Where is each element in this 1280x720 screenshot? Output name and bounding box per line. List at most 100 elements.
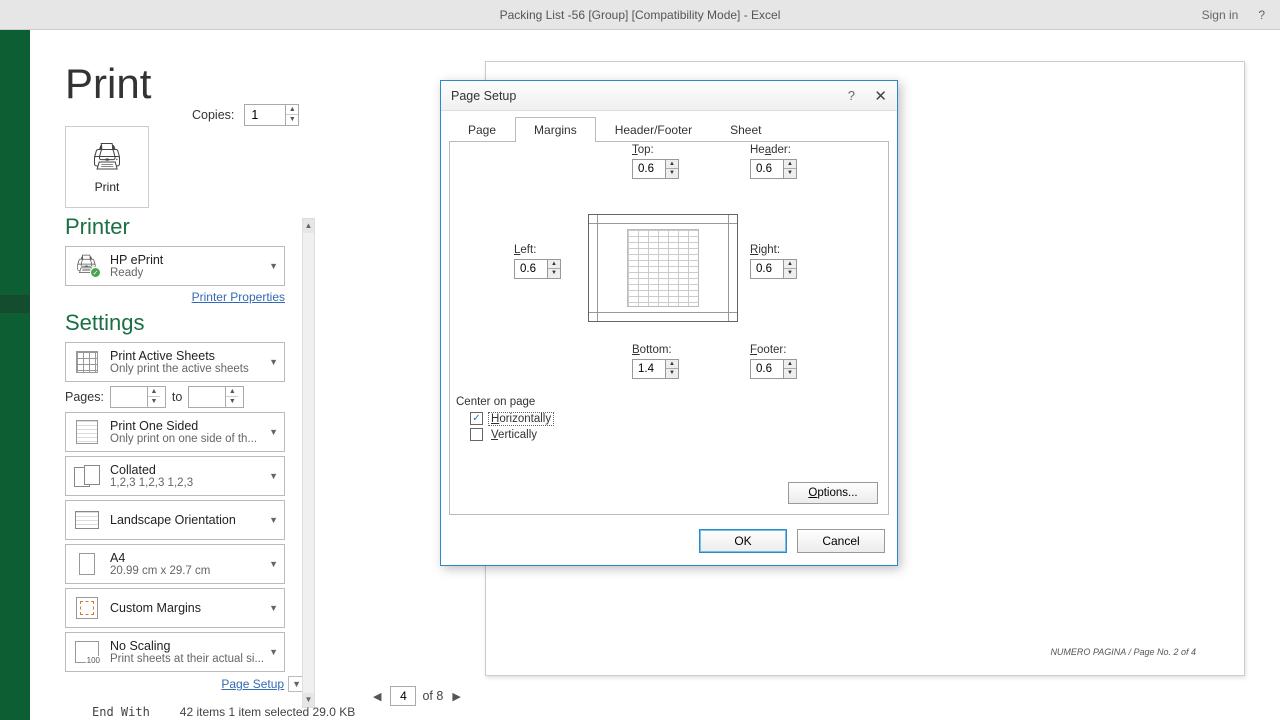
printer-icon: 🖨: [90, 141, 123, 172]
margins-dropdown[interactable]: Custom Margins ▼: [65, 588, 285, 628]
printer-section-title: Printer: [65, 214, 285, 240]
bottom-spinner[interactable]: ▲▼: [632, 359, 679, 379]
current-page-input[interactable]: [390, 686, 416, 706]
tab-margins[interactable]: Margins: [515, 117, 596, 142]
checkbox-checked-icon: ✓: [470, 412, 483, 425]
print-heading: Print: [65, 60, 285, 108]
header-margin-field: Header: ▲▼: [750, 144, 797, 179]
pages-label: Pages:: [65, 390, 104, 404]
sides-dropdown[interactable]: Print One Sided Only print on one side o…: [65, 412, 285, 452]
pages-from-input[interactable]: [111, 390, 147, 404]
margins-icon: [76, 597, 98, 619]
page-setup-link[interactable]: Page Setup: [221, 677, 284, 691]
window-title: Packing List -56 [Group] [Compatibility …: [500, 8, 781, 22]
status-items: 42 items 1 item selected 29.0 KB: [180, 705, 355, 719]
vertically-checkbox[interactable]: Vertically: [470, 428, 553, 441]
chevron-down-icon: ▼: [269, 647, 278, 657]
dropdown-line2: 20.99 cm x 29.7 cm: [110, 565, 265, 577]
tab-page[interactable]: Page: [449, 117, 515, 142]
header-spinner[interactable]: ▲▼: [750, 159, 797, 179]
printer-status: Ready: [110, 267, 265, 279]
copies-label: Copies:: [192, 108, 234, 122]
spinner-down-icon[interactable]: ▼: [148, 397, 160, 407]
scrollbar-vertical[interactable]: ▲ ▼: [302, 218, 315, 708]
dialog-help-icon[interactable]: ?: [848, 88, 855, 103]
sign-in-link[interactable]: Sign in: [1202, 8, 1239, 22]
dropdown-line1: A4: [110, 551, 265, 565]
printer-name: HP ePrint: [110, 253, 265, 267]
pages-to-input[interactable]: [189, 390, 225, 404]
close-icon[interactable]: ✕: [874, 87, 887, 105]
right-margin-field: Right: ▲▼: [750, 244, 797, 279]
right-input[interactable]: [751, 260, 783, 278]
printer-dropdown[interactable]: HP ePrint Ready ▼: [65, 246, 285, 286]
footer-spinner[interactable]: ▲▼: [750, 359, 797, 379]
scroll-up-icon[interactable]: ▲: [303, 219, 314, 233]
pages-row: Pages: ▲▼ to ▲▼: [65, 386, 285, 408]
copies-row: Copies: ▲▼: [192, 104, 299, 126]
landscape-icon: [75, 511, 99, 529]
top-spinner[interactable]: ▲▼: [632, 159, 679, 179]
copies-spinner[interactable]: ▲▼: [244, 104, 299, 126]
scaling-dropdown[interactable]: 100 No Scaling Print sheets at their act…: [65, 632, 285, 672]
horizontally-label: Horizontally: [489, 413, 553, 425]
chevron-down-icon: ▼: [269, 471, 278, 481]
spinner-down-icon[interactable]: ▼: [226, 397, 238, 407]
spinner-up-icon[interactable]: ▲: [286, 105, 298, 115]
printer-status-icon: [75, 256, 99, 276]
tab-header-footer[interactable]: Header/Footer: [596, 117, 711, 142]
left-input[interactable]: [515, 260, 547, 278]
bottom-margin-field: Bottom: ▲▼: [632, 344, 679, 379]
spinner-up-icon[interactable]: ▲: [148, 387, 160, 397]
pages-to-spinner[interactable]: ▲▼: [188, 386, 244, 408]
footer-input[interactable]: [751, 360, 783, 378]
chevron-down-icon: ▼: [269, 261, 278, 271]
total-pages-label: of 8: [422, 689, 443, 703]
one-sided-icon: [76, 420, 98, 444]
options-button[interactable]: Options...: [788, 482, 878, 504]
cancel-button[interactable]: Cancel: [797, 529, 885, 553]
backstage-nav-bar: [0, 30, 30, 720]
spinner-up-icon[interactable]: ▲: [226, 387, 238, 397]
tab-sheet[interactable]: Sheet: [711, 117, 780, 142]
dropdown-line2: Only print on one side of th...: [110, 433, 265, 445]
ok-button[interactable]: OK: [699, 529, 787, 553]
vertically-label: Vertically: [489, 429, 539, 441]
dialog-title: Page Setup: [451, 89, 516, 103]
left-spinner[interactable]: ▲▼: [514, 259, 561, 279]
chevron-down-icon: ▼: [269, 559, 278, 569]
scaling-icon: 100: [75, 641, 99, 663]
what-to-print-dropdown[interactable]: Print Active Sheets Only print the activ…: [65, 342, 285, 382]
spinner-down-icon[interactable]: ▼: [286, 115, 298, 125]
dialog-tabs: Page Margins Header/Footer Sheet: [441, 111, 897, 142]
dropdown-line2: Only print the active sheets: [110, 363, 265, 375]
help-icon[interactable]: ?: [1258, 8, 1265, 22]
paper-icon: [79, 553, 95, 575]
paper-size-dropdown[interactable]: A4 20.99 cm x 29.7 cm ▼: [65, 544, 285, 584]
dropdown-line1: No Scaling: [110, 639, 265, 653]
dropdown-line1: Print One Sided: [110, 419, 265, 433]
dialog-titlebar[interactable]: Page Setup ? ✕: [441, 81, 897, 111]
chevron-down-icon: ▼: [269, 603, 278, 613]
orientation-dropdown[interactable]: Landscape Orientation ▼: [65, 500, 285, 540]
top-margin-field: Top: ▲▼: [632, 144, 679, 179]
print-button-label: Print: [95, 180, 120, 194]
top-input[interactable]: [633, 160, 665, 178]
next-page-icon[interactable]: ▶: [449, 690, 463, 703]
page-navigation: ◀ of 8 ▶: [370, 686, 464, 706]
copies-input[interactable]: [245, 108, 285, 122]
dropdown-line2: Print sheets at their actual si...: [110, 653, 265, 665]
bottom-input[interactable]: [633, 360, 665, 378]
printer-properties-link[interactable]: Printer Properties: [65, 290, 285, 304]
pages-to-label: to: [172, 390, 182, 404]
right-spinner[interactable]: ▲▼: [750, 259, 797, 279]
collation-dropdown[interactable]: Collated 1,2,3 1,2,3 1,2,3 ▼: [65, 456, 285, 496]
horizontally-checkbox[interactable]: ✓ Horizontally: [470, 412, 553, 425]
prev-page-icon[interactable]: ◀: [370, 690, 384, 703]
pages-from-spinner[interactable]: ▲▼: [110, 386, 166, 408]
left-margin-field: Left: ▲▼: [514, 244, 561, 279]
header-input[interactable]: [751, 160, 783, 178]
print-button[interactable]: 🖨 Print: [65, 126, 149, 208]
footer-margin-field: Footer: ▲▼: [750, 344, 797, 379]
dropdown-line1: Custom Margins: [110, 601, 265, 615]
